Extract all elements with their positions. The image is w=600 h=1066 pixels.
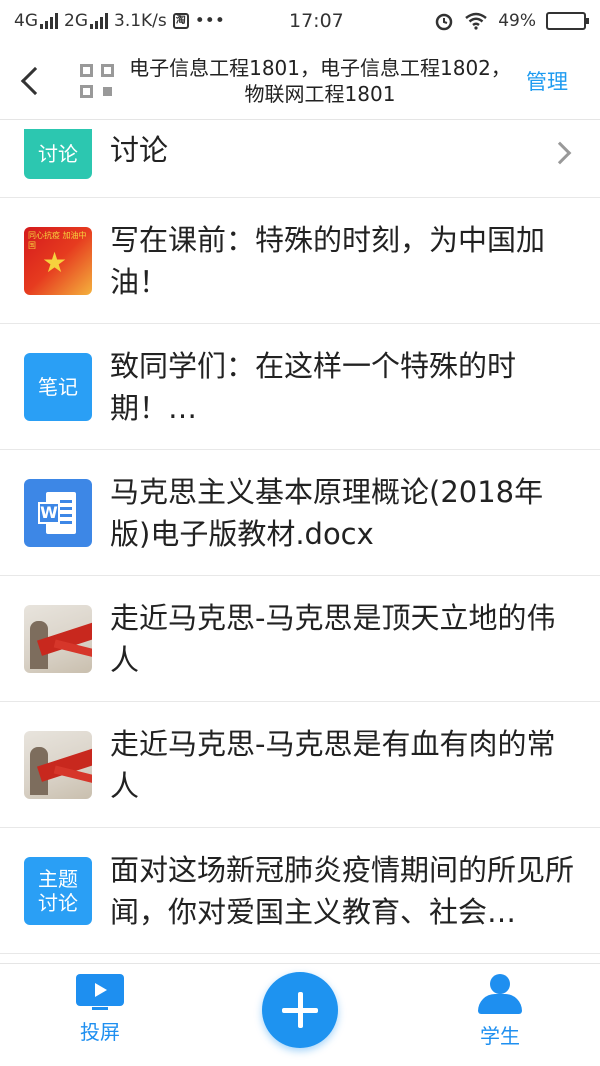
note-icon: 笔记: [24, 352, 92, 421]
back-arrow-icon: [20, 66, 50, 95]
signal-icon: [90, 13, 108, 29]
list-item-title: 马克思主义基本原理概论(2018年版)电子版教材.docx: [110, 474, 544, 551]
word-document-icon: W: [24, 478, 92, 547]
list-item-title: 走近马克思-马克思是有血有肉的常人: [110, 726, 556, 803]
manage-button[interactable]: 管理: [526, 66, 600, 96]
star-icon: ★: [42, 245, 68, 279]
list-item-title: 致同学们：在这样一个特殊的时期！…: [110, 348, 517, 425]
chevron-right-icon: [548, 141, 572, 165]
students-label: 学生: [480, 1024, 520, 1048]
list-item[interactable]: 主题讨论 面对这场新冠肺炎疫情期间的所见所闻，你对爱国主义教育、社会…: [0, 828, 600, 954]
list-item-title: 讨论: [110, 133, 169, 167]
status-right: 49%: [434, 11, 589, 31]
list-item-discussion[interactable]: 讨论 讨论: [0, 121, 600, 198]
more-notifications-icon: •••: [194, 11, 225, 31]
screen-cast-icon: [76, 974, 124, 1010]
marx-video-thumbnail: [24, 604, 92, 673]
cheer-china-thumbnail: 同心抗疫 加油中国 ★: [24, 226, 92, 295]
list-item-title: 写在课前：特殊的时刻，为中国加油！: [110, 222, 546, 299]
cast-label: 投屏: [80, 1020, 120, 1044]
battery-icon: [546, 12, 589, 30]
page-title: 电子信息工程1801，电子信息工程1802，物联网工程1801: [129, 55, 511, 106]
word-letter: W: [38, 501, 60, 524]
battery-percent: 49%: [498, 11, 536, 31]
list-item[interactable]: 笔记 致同学们：在这样一个特殊的时期！…: [0, 324, 600, 450]
status-bar: 4G 2G 3.1K/s 淘 ••• 17:07 49%: [0, 0, 600, 42]
list-item[interactable]: 走近马克思-马克思是有血有肉的常人: [0, 702, 600, 828]
wifi-icon: [465, 12, 487, 30]
discussion-icon: 讨论: [24, 129, 92, 179]
marx-video-thumbnail: [24, 730, 92, 799]
list-item-title: 走近马克思-马克思是顶天立地的伟人: [110, 600, 556, 677]
list-item[interactable]: 同心抗疫 加油中国 ★ 写在课前：特殊的时刻，为中国加油！: [0, 198, 600, 324]
app-header: 电子信息工程1801，电子信息工程1802，物联网工程1801 管理: [0, 42, 600, 120]
alarm-icon: [435, 13, 453, 31]
network-speed: 3.1K/s: [114, 11, 167, 31]
qr-code-icon[interactable]: [80, 63, 114, 98]
list-item-title: 面对这场新冠肺炎疫情期间的所见所闻，你对爱国主义教育、社会…: [110, 852, 575, 929]
signal-icon: [40, 13, 58, 29]
bottom-toolbar: 投屏 学生: [0, 963, 600, 1066]
back-button[interactable]: [0, 42, 60, 120]
activity-list[interactable]: 讨论 讨论 同心抗疫 加油中国 ★ 写在课前：特殊的时刻，为中国加油！ 笔记 致…: [0, 121, 600, 963]
status-left: 4G 2G 3.1K/s 淘 •••: [14, 11, 254, 31]
add-button[interactable]: [262, 972, 338, 1048]
network-4g: 4G: [14, 11, 58, 31]
user-icon: [478, 974, 522, 1014]
topic-discussion-icon: 主题讨论: [24, 856, 92, 925]
students-button[interactable]: 学生: [445, 974, 555, 1049]
list-item[interactable]: W 马克思主义基本原理概论(2018年版)电子版教材.docx: [0, 450, 600, 576]
network-2g: 2G: [64, 11, 108, 31]
cast-screen-button[interactable]: 投屏: [45, 974, 155, 1045]
list-item[interactable]: 走近马克思-马克思是顶天立地的伟人: [0, 576, 600, 702]
clock: 17:07: [289, 10, 344, 32]
taobao-icon: 淘: [172, 13, 189, 29]
